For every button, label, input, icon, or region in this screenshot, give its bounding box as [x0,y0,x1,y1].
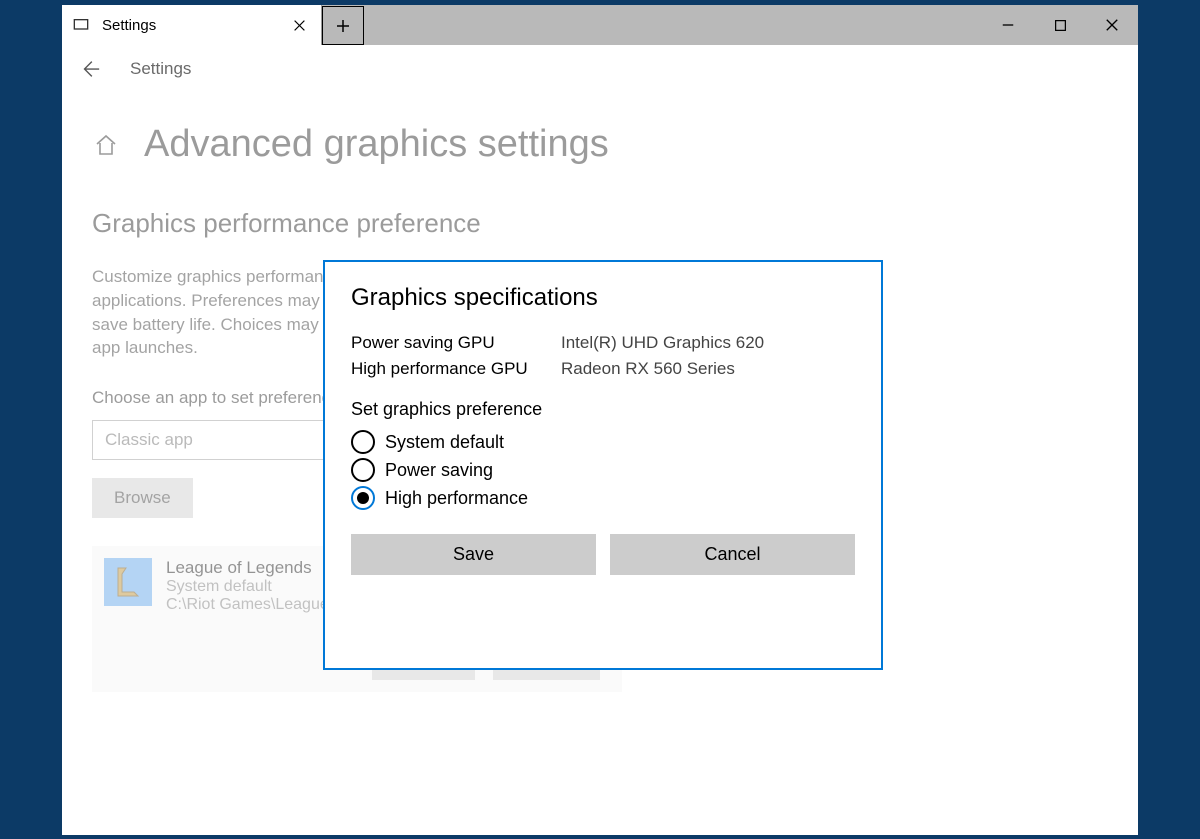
power-saving-gpu-label: Power saving GPU [351,330,561,356]
cancel-button[interactable]: Cancel [610,534,855,575]
radio-icon [351,486,375,510]
dropdown-value: Classic app [105,430,193,450]
minimize-button[interactable] [982,5,1034,45]
settings-window: Settings Settings [62,5,1138,835]
tab-title: Settings [92,17,285,34]
breadcrumb: Settings [130,59,191,79]
window-controls [982,5,1138,45]
section-title: Graphics performance preference [92,208,1108,239]
radio-high-performance[interactable]: High performance [351,486,855,510]
radio-label: Power saving [385,460,493,481]
page-title: Advanced graphics settings [144,123,609,166]
new-tab-button[interactable] [322,6,364,45]
navbar: Settings [62,45,1138,93]
maximize-button[interactable] [1034,5,1086,45]
app-type-dropdown[interactable]: Classic app [92,420,332,460]
tab-settings[interactable]: Settings [62,5,322,45]
back-button[interactable] [78,57,102,81]
radio-icon [351,430,375,454]
power-saving-gpu-value: Intel(R) UHD Graphics 620 [561,330,764,356]
radio-icon [351,458,375,482]
close-button[interactable] [1086,5,1138,45]
graphics-specifications-dialog: Graphics specifications Power saving GPU… [323,260,883,670]
radio-system-default[interactable]: System default [351,430,855,454]
high-performance-gpu-value: Radeon RX 560 Series [561,356,735,382]
dialog-title: Graphics specifications [351,284,855,312]
tab-close-button[interactable] [285,11,313,39]
save-button[interactable]: Save [351,534,596,575]
app-item-icon [104,558,152,606]
set-preference-label: Set graphics preference [351,399,855,420]
radio-label: System default [385,432,504,453]
radio-label: High performance [385,488,528,509]
high-performance-gpu-label: High performance GPU [351,356,561,382]
titlebar: Settings [62,5,1138,45]
browse-button[interactable]: Browse [92,478,193,518]
radio-power-saving[interactable]: Power saving [351,458,855,482]
app-icon [70,14,92,36]
home-icon[interactable] [92,131,120,159]
